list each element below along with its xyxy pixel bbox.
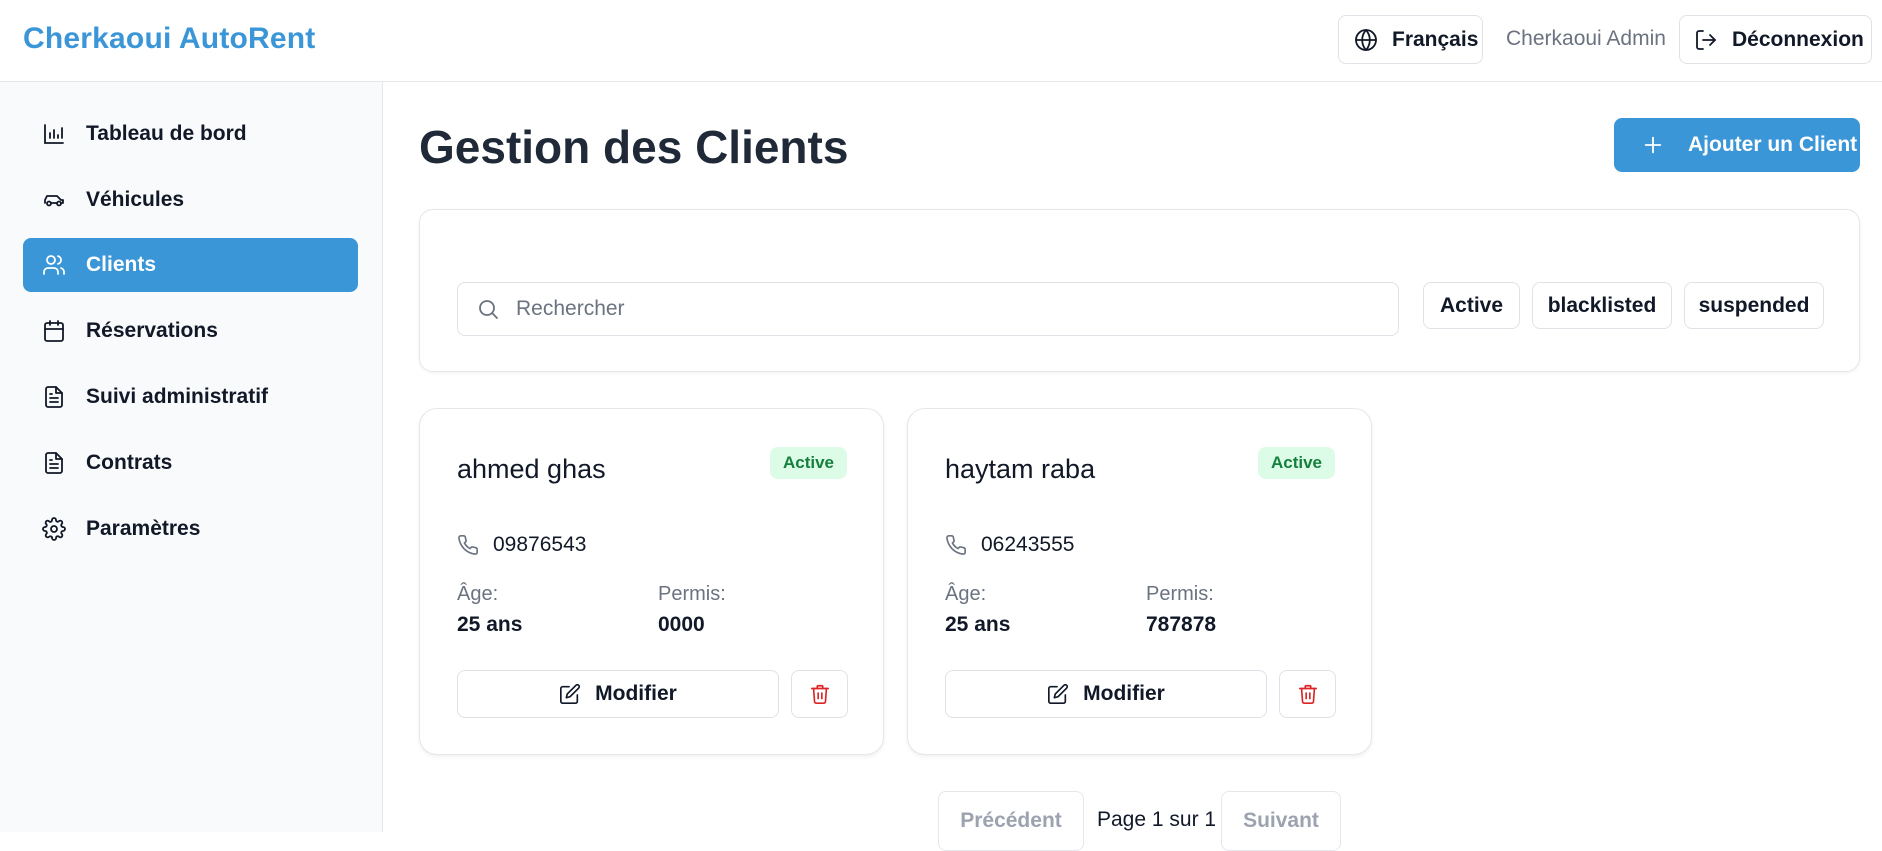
sidebar-item-reservations[interactable]: Réservations bbox=[23, 304, 358, 358]
edit-icon bbox=[560, 683, 581, 704]
sidebar-item-dashboard[interactable]: Tableau de bord bbox=[23, 107, 358, 161]
license-value: 0000 bbox=[658, 613, 705, 636]
age-label: Âge: bbox=[945, 583, 987, 605]
page-title: Gestion des Clients bbox=[419, 121, 849, 173]
search-box[interactable] bbox=[457, 282, 1399, 336]
filter-chip-active[interactable]: Active bbox=[1423, 282, 1520, 329]
language-label: Français bbox=[1392, 27, 1479, 51]
sidebar-item-label: Tableau de bord bbox=[86, 122, 247, 145]
edit-client-button[interactable]: Modifier bbox=[457, 670, 779, 718]
license-label: Permis: bbox=[658, 583, 726, 605]
users-icon bbox=[43, 255, 65, 275]
trash-icon bbox=[810, 684, 829, 704]
phone-icon bbox=[458, 535, 478, 555]
add-client-label: Ajouter un Client bbox=[1688, 133, 1858, 156]
bar-chart-icon bbox=[44, 124, 64, 144]
sidebar-item-label: Paramètres bbox=[86, 517, 201, 540]
edit-icon bbox=[1048, 683, 1069, 704]
sidebar: Tableau de bord Véhicules Clients Réserv… bbox=[0, 82, 383, 832]
trash-icon bbox=[1298, 684, 1317, 704]
delete-client-button[interactable] bbox=[791, 670, 848, 718]
client-name: ahmed ghas bbox=[457, 454, 606, 484]
document-icon bbox=[45, 452, 63, 474]
calendar-icon bbox=[44, 320, 64, 342]
status-badge: Active bbox=[1257, 447, 1335, 479]
user-name: Cherkaoui Admin bbox=[1506, 27, 1666, 50]
edit-client-button[interactable]: Modifier bbox=[945, 670, 1267, 718]
sidebar-item-label: Contrats bbox=[86, 451, 173, 474]
logout-icon bbox=[1696, 29, 1716, 50]
pagination-prev-button[interactable]: Précédent bbox=[938, 791, 1084, 851]
license-value: 787878 bbox=[1146, 613, 1217, 636]
client-name: haytam raba bbox=[945, 454, 1096, 484]
search-input[interactable] bbox=[516, 297, 1376, 321]
add-client-button[interactable]: Ajouter un Client bbox=[1614, 118, 1860, 172]
plus-icon bbox=[1644, 136, 1662, 154]
sidebar-item-label: Clients bbox=[86, 253, 157, 276]
gear-icon bbox=[42, 517, 66, 541]
age-value: 25 ans bbox=[945, 613, 1011, 636]
sidebar-item-label: Véhicules bbox=[86, 188, 185, 211]
license-label: Permis: bbox=[1146, 583, 1214, 605]
sidebar-item-label: Suivi administratif bbox=[86, 385, 269, 408]
sidebar-item-clients[interactable]: Clients bbox=[23, 238, 358, 292]
age-label: Âge: bbox=[457, 583, 499, 605]
car-icon bbox=[44, 195, 64, 207]
client-phone-number: 09876543 bbox=[493, 533, 587, 556]
status-badge: Active bbox=[769, 447, 847, 479]
search-icon bbox=[479, 300, 498, 319]
document-icon bbox=[45, 386, 63, 408]
client-phone-number: 06243555 bbox=[981, 533, 1075, 556]
sidebar-item-settings[interactable]: Paramètres bbox=[23, 502, 358, 556]
brand-logo[interactable]: Cherkaoui AutoRent bbox=[23, 22, 316, 56]
language-button[interactable]: Français bbox=[1338, 15, 1483, 64]
pagination-next-button[interactable]: Suivant bbox=[1221, 791, 1341, 851]
client-phone: 06243555 bbox=[945, 533, 1074, 557]
globe-icon bbox=[1355, 28, 1377, 51]
sidebar-item-label: Réservations bbox=[86, 319, 218, 342]
sidebar-item-vehicles[interactable]: Véhicules bbox=[23, 173, 358, 227]
edit-label: Modifier bbox=[1083, 682, 1165, 705]
edit-label: Modifier bbox=[595, 682, 677, 705]
client-card: haytam raba Active 06243555 Âge: 25 ans … bbox=[907, 408, 1372, 755]
filter-chip-suspended[interactable]: suspended bbox=[1684, 282, 1824, 329]
sidebar-item-contracts[interactable]: Contrats bbox=[23, 436, 358, 490]
client-card: ahmed ghas Active 09876543 Âge: 25 ans P… bbox=[419, 408, 884, 755]
sidebar-item-admin-tracking[interactable]: Suivi administratif bbox=[23, 370, 358, 424]
age-value: 25 ans bbox=[457, 613, 523, 636]
client-phone: 09876543 bbox=[457, 533, 586, 557]
filter-panel: Active blacklisted suspended bbox=[419, 209, 1860, 372]
pagination-page-text: Page 1 sur 1 bbox=[1097, 808, 1217, 831]
top-header: Cherkaoui AutoRent Français Cherkaoui Ad… bbox=[0, 0, 1882, 82]
filter-chip-blacklisted[interactable]: blacklisted bbox=[1532, 282, 1672, 329]
logout-button[interactable]: Déconnexion bbox=[1679, 15, 1872, 64]
logout-label: Déconnexion bbox=[1732, 27, 1864, 51]
phone-icon bbox=[946, 535, 966, 555]
delete-client-button[interactable] bbox=[1279, 670, 1336, 718]
